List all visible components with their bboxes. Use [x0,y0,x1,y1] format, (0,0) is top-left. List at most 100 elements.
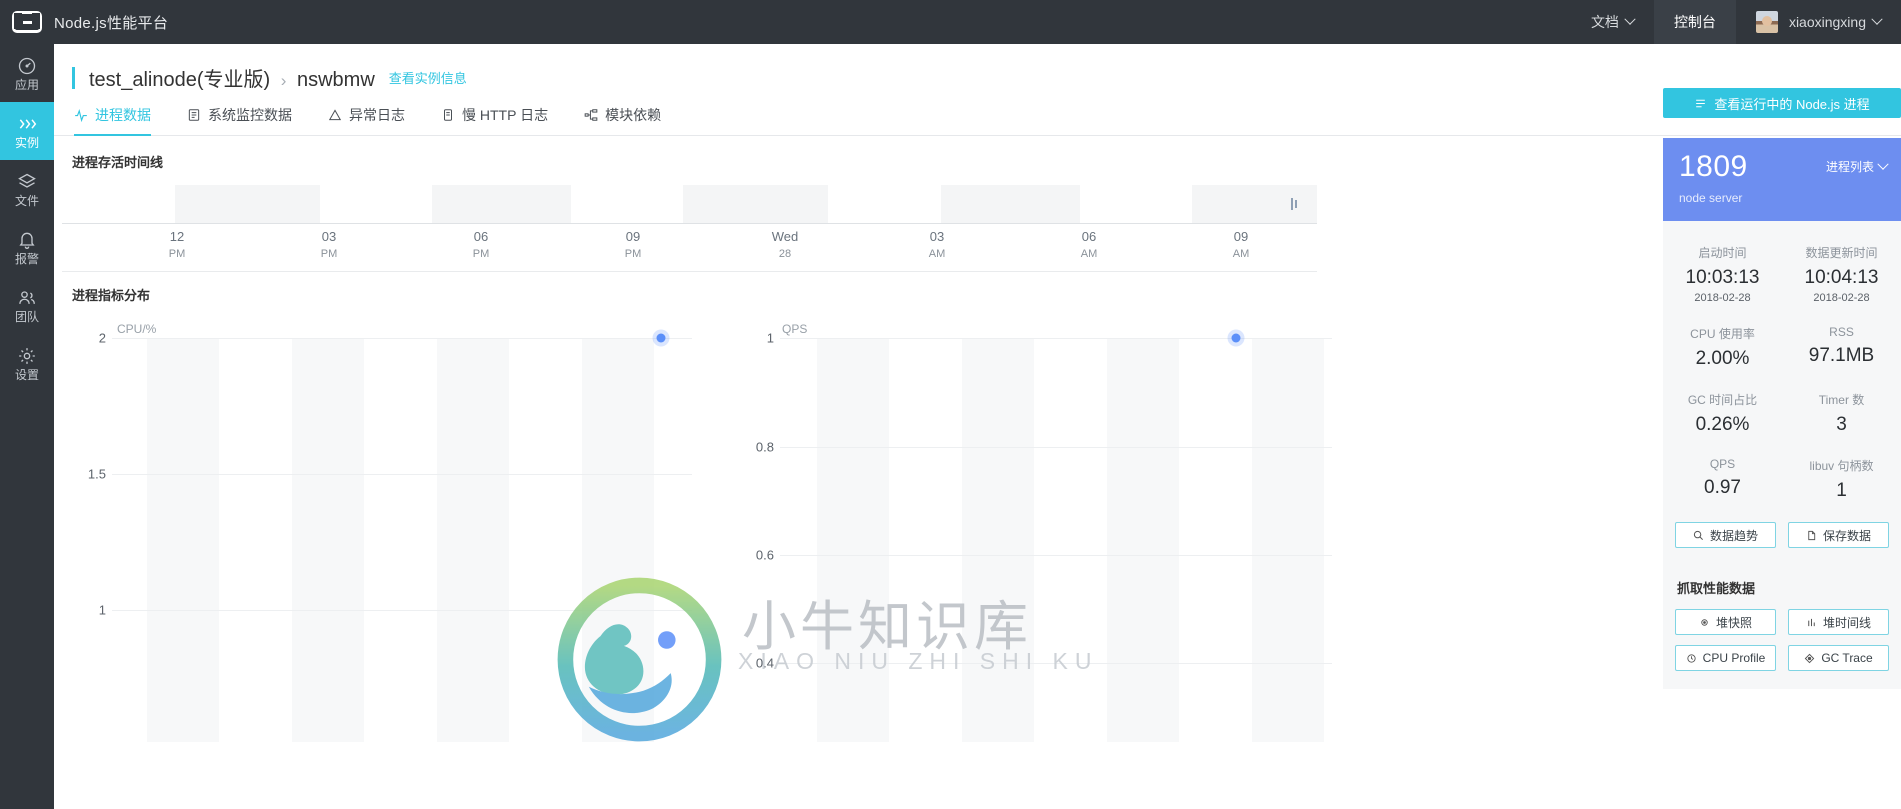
y-axis-tick: 0.4 [755,655,774,671]
data-trend-button[interactable]: 数据趋势 [1675,522,1776,548]
tab-label: 系统监控数据 [208,107,292,123]
stat-label: 数据更新时间 [1805,246,1878,260]
document-icon [444,109,452,121]
sidebar-item-instances[interactable]: 实例 [0,102,54,160]
tab-module-dependencies[interactable]: 模块依赖 [584,105,661,135]
y-axis-tick: 1.5 [87,466,106,482]
data-point[interactable] [656,333,666,343]
stat-value: 10:03:13 [1685,267,1760,288]
page-root: Node.js性能平台 文档 控制台 xiaoxingxing 应用 实例 文件… [0,0,1901,809]
action-label: 数据趋势 [1709,528,1758,543]
metrics-charts-area: CPU/% 2 1.5 1 QPS 1 0.8 0.6 0.4 小牛知识库 XI… [72,322,1332,742]
resize-handle-icon[interactable] [1291,197,1301,211]
stat-value: 1 [1836,480,1847,501]
stat-label: CPU 使用率 [1690,327,1755,341]
tab-label: 进程数据 [95,107,151,123]
timeline-tick: 06 AM [1081,229,1098,262]
stat-label: RSS [1829,325,1854,339]
tab-system-monitoring[interactable]: 系统监控数据 [187,105,292,135]
cpu-profile-button[interactable]: CPU Profile [1675,645,1776,671]
gridline [780,663,1332,664]
stat-gc-time-ratio: GC 时间占比 0.26% [1663,382,1782,448]
node-brackets-logo[interactable] [0,0,54,44]
process-alive-timeline-section: 进程存活时间线 12 PM 03 PM 06 PM 09 PM Wed 28 0… [54,136,1901,275]
sidebar-item-label: 应用 [14,77,39,92]
pulse-icon [75,108,87,122]
sidebar: 应用 实例 文件 报警 团队 设置 [0,44,54,809]
stat-label: GC 时间占比 [1687,393,1758,407]
app-title: Node.js性能平台 [54,14,169,32]
sidebar-item-settings[interactable]: 设置 [0,334,54,392]
capture-actions-grid: 堆快照 堆时间线 CPU Profile GC Trace [1675,609,1889,671]
breadcrumb-accent-bar [72,66,75,89]
instance-info-link[interactable]: 查看实例信息 [389,68,467,87]
sidebar-item-label: 文件 [14,193,39,208]
data-point[interactable] [1231,333,1241,343]
stat-sub: 2018-02-28 [1813,292,1870,304]
save-data-button[interactable]: 保存数据 [1788,522,1889,548]
stat-value: 3 [1836,414,1847,435]
column-band [817,338,889,742]
list-icon [188,109,200,121]
user-menu[interactable]: xiaoxingxing [1736,0,1901,44]
console-label: 控制台 [1673,14,1716,30]
tab-label: 模块依赖 [605,107,662,123]
stat-update-time: 数据更新时间 10:04:13 2018-02-28 [1782,235,1901,316]
timeline-band [941,185,1080,223]
y-axis-tick: 0.8 [755,439,774,455]
process-list-dropdown[interactable]: 进程列表 [1826,158,1889,175]
timeline-tick: 06 PM [473,229,490,262]
bars-icon [1808,618,1815,626]
stat-cpu-usage: CPU 使用率 2.00% [1663,316,1782,382]
stat-label: QPS [1709,457,1736,471]
sidebar-item-team[interactable]: 团队 [0,276,54,334]
tick-main: 09 [625,229,641,244]
column-band [1252,338,1324,742]
tick-main: 12 [169,229,185,244]
timeline-title: 进程存活时间线 [72,155,164,170]
cpu-distribution-chart[interactable]: CPU/% 2 1.5 1 [72,322,692,742]
capture-label: 堆时间线 [1822,615,1871,630]
column-band [437,338,509,742]
y-axis-tick: 2 [98,330,106,346]
process-actions-row: 数据趋势 保存数据 [1663,520,1901,564]
gridline [780,555,1332,556]
console-link[interactable]: 控制台 [1653,0,1736,44]
sidebar-item-alerts[interactable]: 报警 [0,218,54,276]
process-card: 1809 node server 进程列表 启动时间 10:03:13 2018… [1663,138,1901,689]
breadcrumb-app-name[interactable]: test_alinode(专业版) [89,69,270,91]
docs-menu[interactable]: 文档 [1571,0,1654,44]
users-icon [19,290,35,304]
timeline-tick: 03 PM [321,229,338,262]
tick-main: 03 [321,229,337,244]
tab-process-data[interactable]: 进程数据 [74,105,151,136]
action-label: 保存数据 [1822,528,1871,543]
qps-distribution-chart[interactable]: QPS 1 0.8 0.6 0.4 [702,322,1332,742]
tab-slow-http-logs[interactable]: 慢 HTTP 日志 [441,105,548,135]
timeline-chart[interactable]: 12 PM 03 PM 06 PM 09 PM Wed 28 03 AM 06 … [62,185,1317,275]
view-running-processes-button[interactable]: 查看运行中的 Node.js 进程 [1663,88,1901,118]
heap-snapshot-button[interactable]: 堆快照 [1675,609,1776,635]
process-card-header: 1809 node server 进程列表 [1663,138,1901,221]
tick-sub: PM [624,248,642,260]
tick-main: 09 [1233,229,1249,244]
sidebar-item-label: 团队 [14,309,39,324]
gc-trace-button[interactable]: GC Trace [1788,645,1889,671]
heap-timeline-button[interactable]: 堆时间线 [1788,609,1889,635]
stat-rss: RSS 97.1MB [1782,316,1901,382]
timeline-base-line [62,271,1317,272]
breadcrumb-text: test_alinode(专业版) › nswbmw [89,63,375,92]
tab-label: 异常日志 [349,107,405,123]
process-name: node server [1679,191,1743,205]
top-navigation-bar: Node.js性能平台 文档 控制台 xiaoxingxing [0,0,1901,44]
layers-icon [18,173,36,188]
sidebar-item-files[interactable]: 文件 [0,160,54,218]
tick-sub: PM [168,248,186,260]
docs-label: 文档 [1590,14,1619,30]
sidebar-item-apps[interactable]: 应用 [0,44,54,102]
tab-error-logs[interactable]: 异常日志 [328,105,405,135]
chevron-down-icon [1624,13,1636,25]
capture-label: GC Trace [1821,651,1873,665]
breadcrumb-instance-name: nswbmw [296,69,375,91]
stat-value: 10:04:13 [1804,267,1879,288]
